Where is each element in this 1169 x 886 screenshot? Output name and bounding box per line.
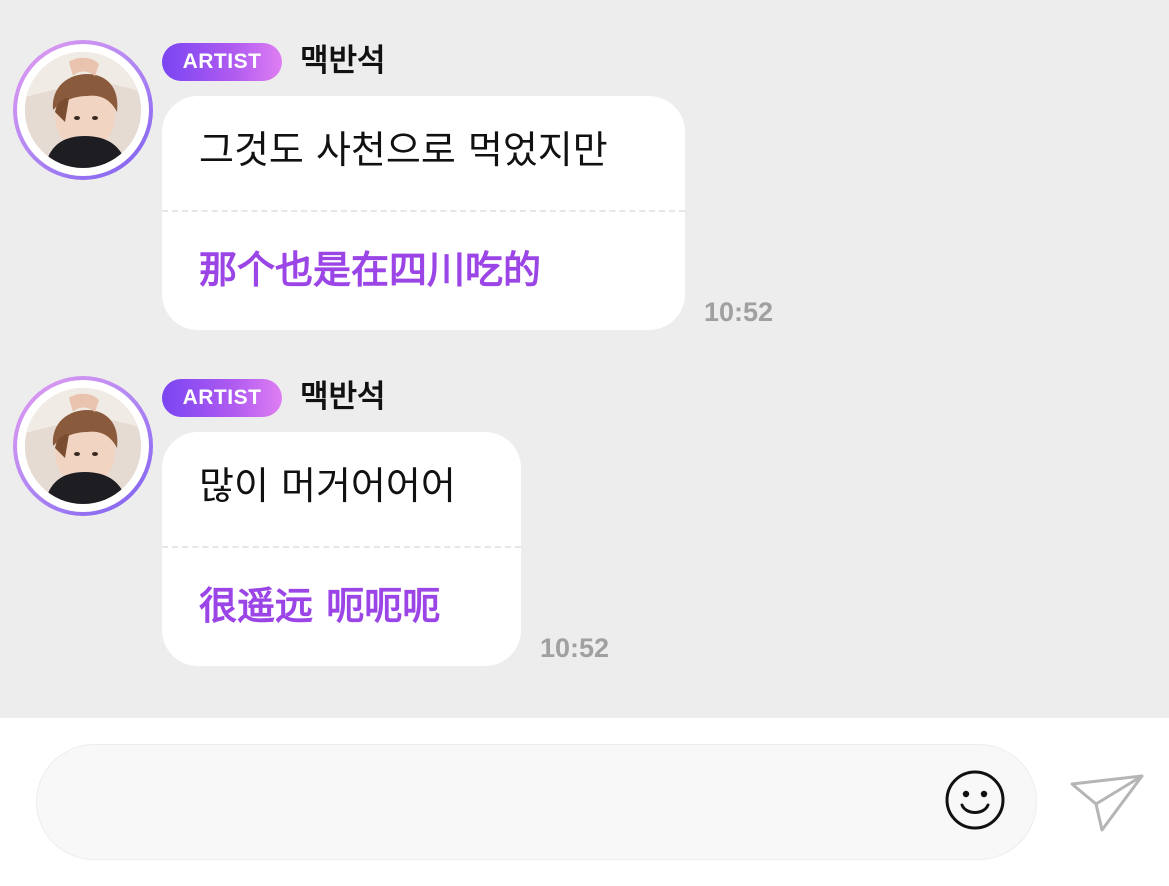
avatar[interactable] — [13, 376, 153, 516]
message-timestamp: 10:52 — [704, 297, 774, 327]
message-input-container[interactable] — [36, 744, 1037, 860]
paper-plane-send-icon[interactable] — [1068, 770, 1146, 834]
sender-name[interactable]: 맥반석 — [300, 40, 386, 82]
artist-badge: ARTIST — [162, 43, 282, 81]
translated-message-text: 那个也是在四川吃的 — [199, 248, 542, 292]
translation-divider — [162, 546, 521, 548]
avatar-photo — [25, 52, 141, 168]
message-bubble[interactable]: 그것도 사천으로 먹었지만 那个也是在四川吃的 — [162, 96, 685, 330]
translated-message-text: 很遥远 呃呃呃 — [199, 584, 441, 628]
avatar[interactable] — [13, 40, 153, 180]
message-bubble[interactable]: 많이 머거어어어 很遥远 呃呃呃 — [162, 432, 521, 666]
translation-divider — [162, 210, 685, 212]
message-timestamp: 10:52 — [540, 633, 610, 663]
original-message-text: 그것도 사천으로 먹었지만 — [199, 128, 608, 172]
message-input[interactable] — [77, 773, 921, 835]
sender-name[interactable]: 맥반석 — [300, 376, 386, 418]
original-message-text: 많이 머거어어어 — [199, 464, 456, 508]
smiley-face-icon[interactable] — [944, 769, 1006, 831]
chat-message-list[interactable]: ARTIST 맥반석 그것도 사천으로 먹었지만 那个也是在四川吃的 10:52 — [0, 0, 1169, 718]
avatar-photo — [25, 388, 141, 504]
artist-badge: ARTIST — [162, 379, 282, 417]
